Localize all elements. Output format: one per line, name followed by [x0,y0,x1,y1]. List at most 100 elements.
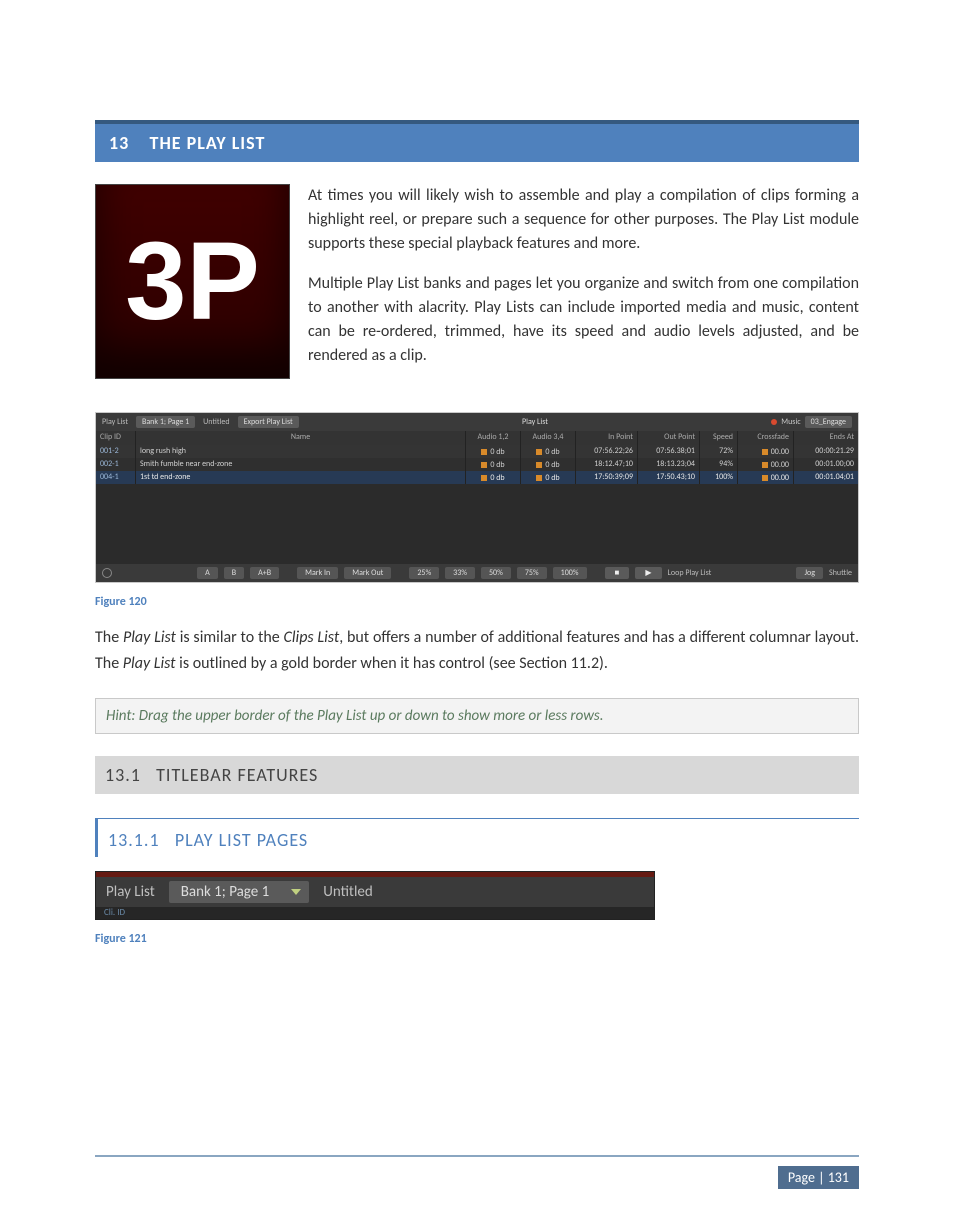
small-playlist-name: Untitled [323,883,373,901]
playlist-title-center: Play List [307,417,764,427]
section-heading: 13 THE PLAY LIST [95,120,859,162]
table-row[interactable]: 004-11st td end-zone0 db0 db17:50:39;091… [96,471,858,484]
cell-name: 1st td end-zone [136,471,466,484]
page-number: Page | 131 [778,1166,859,1189]
cell-ends-at: 00:01.04;01 [794,471,858,484]
mark-in-button[interactable]: Mark In [297,567,338,579]
body-para-em: Play List [123,654,176,673]
subsubsection-number: 13.1.1 [108,829,160,851]
playlist-screenshot: Play List Bank 1; Page 1 Untitled Export… [95,412,859,583]
col-crossfade: Crossfade [738,431,794,445]
subsection-heading: 13.1 TITLEBAR FEATURES [95,756,859,794]
cell-speed[interactable]: 94% [700,458,738,471]
audio-level-icon [536,462,542,468]
cell-crossfade[interactable]: 00.00 [738,471,794,484]
bank-page-dropdown[interactable]: Bank 1; Page 1 [136,416,195,428]
logo-text: 3P [125,227,260,337]
body-para-em: Clips List [284,628,340,647]
cell-audio12[interactable]: 0 db [466,471,521,484]
audio-level-icon [481,475,487,481]
col-audio12: Audio 1,2 [466,431,521,445]
col-out-point: Out Point [638,431,700,445]
logo-3p: 3P [95,184,290,379]
audio-level-icon [481,449,487,455]
loop-playlist-label[interactable]: Loop Play List [668,568,712,578]
cell-out-point[interactable]: 17:50.43;10 [638,471,700,484]
cell-audio34[interactable]: 0 db [521,471,576,484]
cell-out-point[interactable]: 07:56.38;01 [638,445,700,458]
section-title: THE PLAY LIST [150,132,266,154]
figure-120-caption: Figure 120 [95,595,859,609]
playlist-column-headers: Clip ID Name Audio 1,2 Audio 3,4 In Poin… [96,431,858,445]
audio-level-icon [536,449,542,455]
crossfade-icon [762,462,768,468]
cell-out-point[interactable]: 18:13.23;04 [638,458,700,471]
col-audio34: Audio 3,4 [521,431,576,445]
hint-callout: Hint: Drag the upper border of the Play … [95,698,859,734]
small-playlist-label: Play List [106,883,155,901]
figure-121-caption: Figure 121 [95,932,859,946]
cell-name: long rush high [136,445,466,458]
music-file-field[interactable]: 03_Engage [805,416,852,428]
audio-level-icon [481,462,487,468]
cell-ends-at: 00:00:21.29 [794,445,858,458]
play-button[interactable]: ▶ [635,567,661,579]
playlist-bottom-bar: A B A+B Mark In Mark Out 25% 33% 50% 75%… [96,564,858,582]
subsubsection-title: PLAY LIST PAGES [175,829,308,851]
jog-button[interactable]: Jog [796,567,823,579]
body-para-text: is similar to the [176,628,284,647]
cell-crossfade[interactable]: 00.00 [738,445,794,458]
speed-25-button[interactable]: 25% [409,567,439,579]
small-bank-dropdown[interactable]: Bank 1; Page 1 [169,881,309,903]
subsubsection-heading: 13.1.1 PLAY LIST PAGES [95,818,859,857]
intro-paragraph-2: Multiple Play List banks and pages let y… [308,272,859,368]
cell-audio12[interactable]: 0 db [466,458,521,471]
cell-in-point[interactable]: 18:12.47;10 [576,458,638,471]
cell-clip-id: 002-1 [96,458,136,471]
export-playlist-button[interactable]: Export Play List [238,416,299,428]
cell-crossfade[interactable]: 00.00 [738,458,794,471]
cell-speed[interactable]: 72% [700,445,738,458]
table-row[interactable]: 001-2long rush high0 db0 db07:56.22;2607… [96,445,858,458]
cell-audio34[interactable]: 0 db [521,458,576,471]
speed-33-button[interactable]: 33% [445,567,475,579]
speed-75-button[interactable]: 75% [517,567,547,579]
col-ends-at: Ends At [794,431,858,445]
body-para-text: The [95,628,123,647]
cell-in-point[interactable]: 17:50:39;09 [576,471,638,484]
section-number: 13 [109,132,129,154]
body-para-em: Play List [123,628,176,647]
angle-b-button[interactable]: B [224,567,244,579]
cell-clip-id: 004-1 [96,471,136,484]
stop-button[interactable]: ■ [605,567,630,579]
cell-name: Smith fumble near end-zone [136,458,466,471]
table-row[interactable]: 002-1Smith fumble near end-zone0 db0 db1… [96,458,858,471]
speed-100-button[interactable]: 100% [553,567,587,579]
gear-icon[interactable] [102,568,112,578]
angle-ab-button[interactable]: A+B [250,567,279,579]
crossfade-icon [762,449,768,455]
cell-audio34[interactable]: 0 db [521,445,576,458]
small-row-header: Cli. ID [96,907,654,919]
col-speed: Speed [700,431,738,445]
angle-a-button[interactable]: A [197,567,218,579]
playlist-empty-area [96,484,858,564]
cell-audio12[interactable]: 0 db [466,445,521,458]
col-name: Name [136,431,466,445]
playlist-tab-screenshot: Play List Bank 1; Page 1 Untitled Cli. I… [95,871,655,920]
cell-ends-at: 00:01.00;00 [794,458,858,471]
cell-speed[interactable]: 100% [700,471,738,484]
cell-in-point[interactable]: 07:56.22;26 [576,445,638,458]
music-label: Music [781,417,800,427]
playlist-name: Untitled [203,417,229,427]
shuttle-label: Shuttle [829,568,852,578]
mark-out-button[interactable]: Mark Out [344,567,391,579]
subsection-title: TITLEBAR FEATURES [156,764,318,786]
footer-rule [95,1155,859,1157]
subsection-number: 13.1 [105,764,141,786]
col-clip-id: Clip ID [96,431,136,445]
speed-50-button[interactable]: 50% [481,567,511,579]
body-paragraph: The Play List is similar to the Clips Li… [95,625,859,676]
intro-paragraph-1: At times you will likely wish to assembl… [308,184,859,256]
cell-clip-id: 001-2 [96,445,136,458]
